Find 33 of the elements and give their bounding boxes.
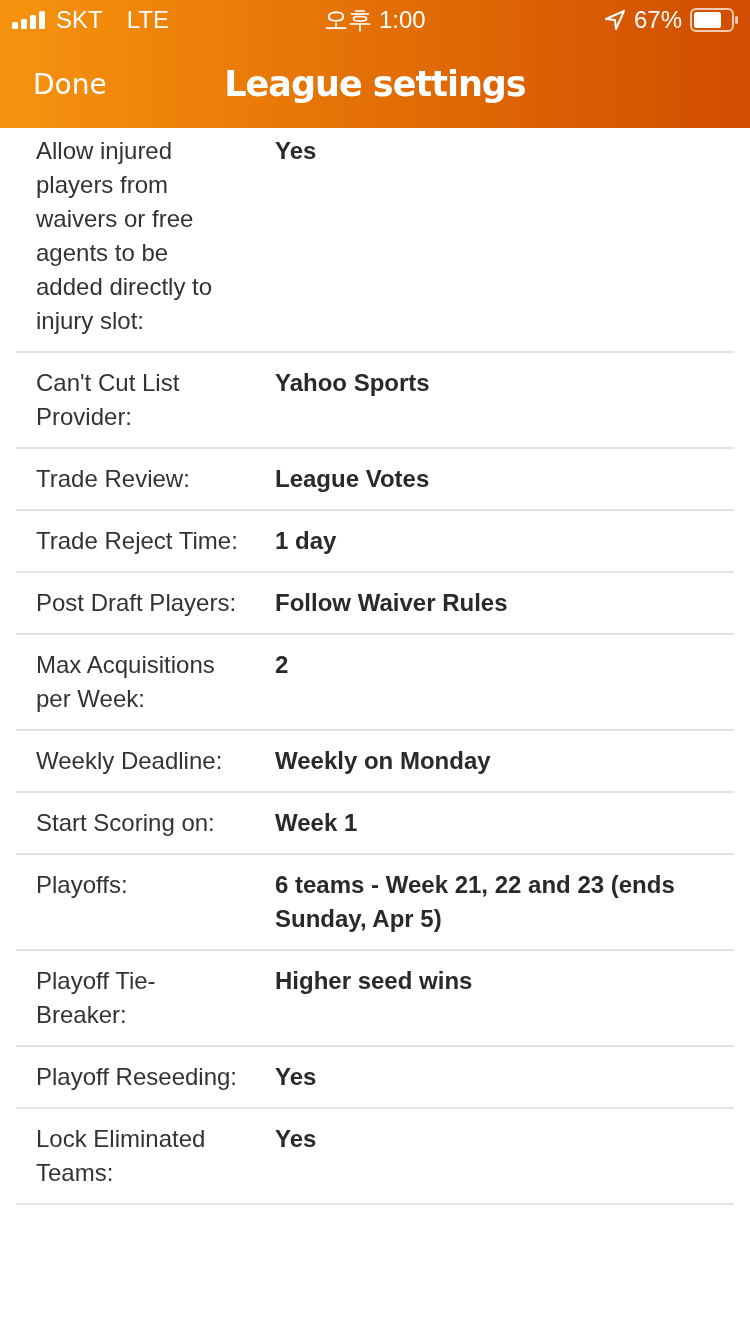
setting-label: Max Acquisitions per Week: bbox=[36, 650, 216, 714]
setting-label: Start Scoring on: bbox=[36, 808, 216, 838]
setting-value: Higher seed wins bbox=[275, 966, 474, 996]
setting-value: 6 teams - Week 21, 22 and 23 (ends Sunday, Apr 5) bbox=[275, 870, 676, 934]
setting-value: Yahoo Sports bbox=[275, 368, 431, 398]
carrier-name: SKT bbox=[56, 6, 103, 34]
network-type: LTE bbox=[126, 6, 169, 34]
setting-label: Playoff Tie-Breaker: bbox=[36, 966, 157, 1030]
setting-label: Trade Review: bbox=[36, 464, 191, 494]
setting-value: Week 1 bbox=[275, 808, 359, 838]
setting-label: Trade Reject Time: bbox=[36, 526, 239, 556]
setting-value: 2 bbox=[275, 650, 290, 680]
setting-value: League Votes bbox=[275, 464, 431, 494]
battery-percent: 67% bbox=[633, 6, 682, 34]
done-button[interactable]: Done bbox=[33, 67, 107, 101]
location-icon bbox=[603, 9, 626, 31]
setting-value: Yes bbox=[275, 1124, 318, 1154]
setting-value: Yes bbox=[275, 136, 318, 166]
battery-icon bbox=[690, 8, 738, 32]
setting-label: Playoffs: bbox=[36, 870, 129, 900]
setting-value: 1 day bbox=[275, 526, 338, 556]
setting-label: Playoff Reseeding: bbox=[36, 1062, 239, 1092]
setting-label: Lock Eliminated Teams: bbox=[36, 1124, 207, 1188]
setting-value: Weekly on Monday bbox=[275, 746, 492, 776]
setting-label: Allow injured players from waivers or free agents to be added directly to injury slot: bbox=[36, 136, 214, 336]
screen-title: League settings bbox=[224, 64, 526, 104]
setting-label: Post Draft Players: bbox=[36, 588, 238, 618]
setting-value: Follow Waiver Rules bbox=[275, 588, 509, 618]
setting-label: Weekly Deadline: bbox=[36, 746, 224, 776]
signal-icon bbox=[12, 11, 48, 29]
setting-label: Can't Cut List Provider: bbox=[36, 368, 181, 432]
status-time: 오후 1:00 bbox=[323, 5, 427, 35]
setting-value: Yes bbox=[275, 1062, 318, 1092]
